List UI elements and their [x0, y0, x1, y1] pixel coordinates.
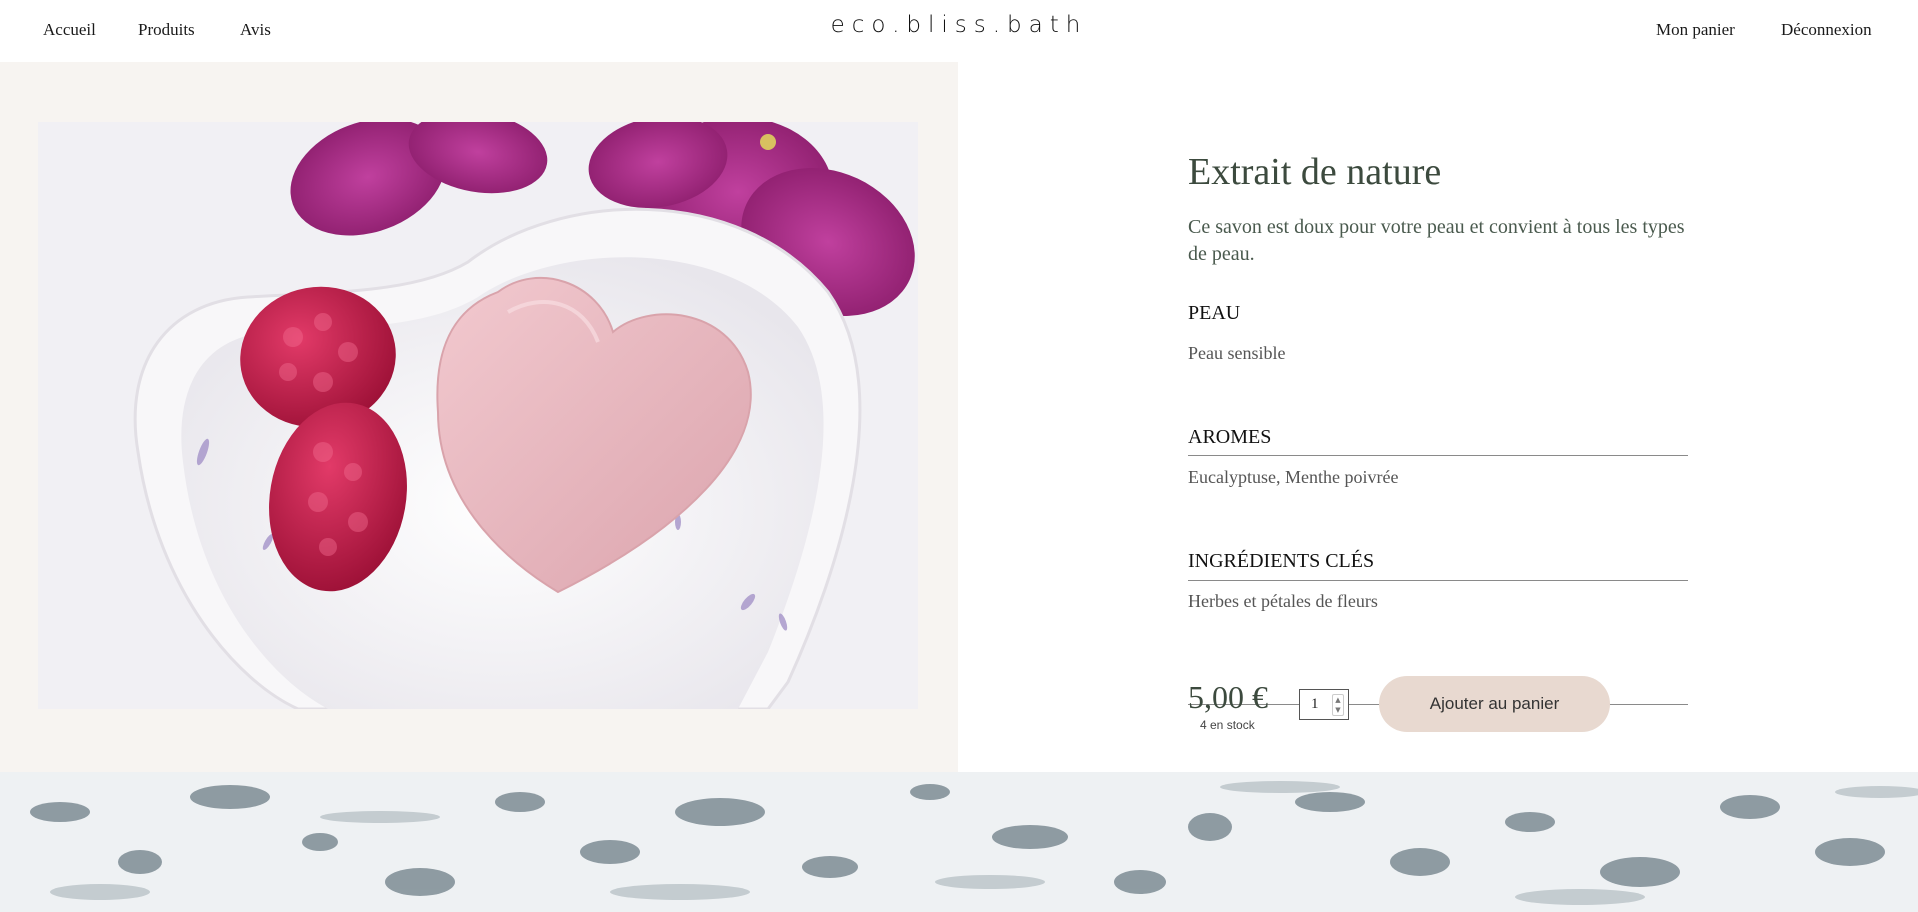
nav-accueil[interactable]: Accueil — [43, 20, 96, 40]
site-header: Accueil Produits Avis eco.bliss.bath Mon… — [0, 0, 1918, 62]
add-to-cart-button[interactable]: Ajouter au panier — [1379, 676, 1610, 732]
nav-mon-panier[interactable]: Mon panier — [1656, 20, 1735, 40]
section-title-ingredients: INGRÉDIENTS CLÉS — [1188, 550, 1375, 572]
nav-deconnexion[interactable]: Déconnexion — [1781, 20, 1872, 40]
site-logo: eco.bliss.bath — [830, 12, 1088, 38]
product-price: 5,00 € — [1188, 679, 1268, 715]
section-value-peau: Peau sensible — [1188, 343, 1286, 363]
section-title-peau: PEAU — [1188, 302, 1241, 324]
section-title-aromes: AROMES — [1188, 426, 1272, 448]
spinner-arrows-icon[interactable]: ▲ ▼ — [1332, 694, 1344, 716]
section-value-ingredients: Herbes et pétales de fleurs — [1188, 591, 1378, 611]
quantity-value[interactable]: 1 — [1311, 696, 1319, 713]
product-title: Extrait de nature — [1188, 151, 1442, 193]
stock-label: 4 en stock — [1200, 718, 1255, 732]
quantity-stepper[interactable]: 1 ▲ ▼ — [1299, 689, 1349, 720]
product-info-panel: Extrait de nature Ce savon est doux pour… — [958, 62, 1918, 772]
soap-heart-image — [38, 122, 918, 709]
nav-produits[interactable]: Produits — [138, 20, 195, 40]
product-image-panel — [0, 62, 958, 772]
water-foam-banner — [0, 772, 1918, 912]
section-value-aromes: Eucalyptuse, Menthe poivrée — [1188, 467, 1399, 487]
product-description: Ce savon est doux pour votre peau et con… — [1188, 216, 1685, 265]
nav-avis[interactable]: Avis — [240, 20, 271, 40]
